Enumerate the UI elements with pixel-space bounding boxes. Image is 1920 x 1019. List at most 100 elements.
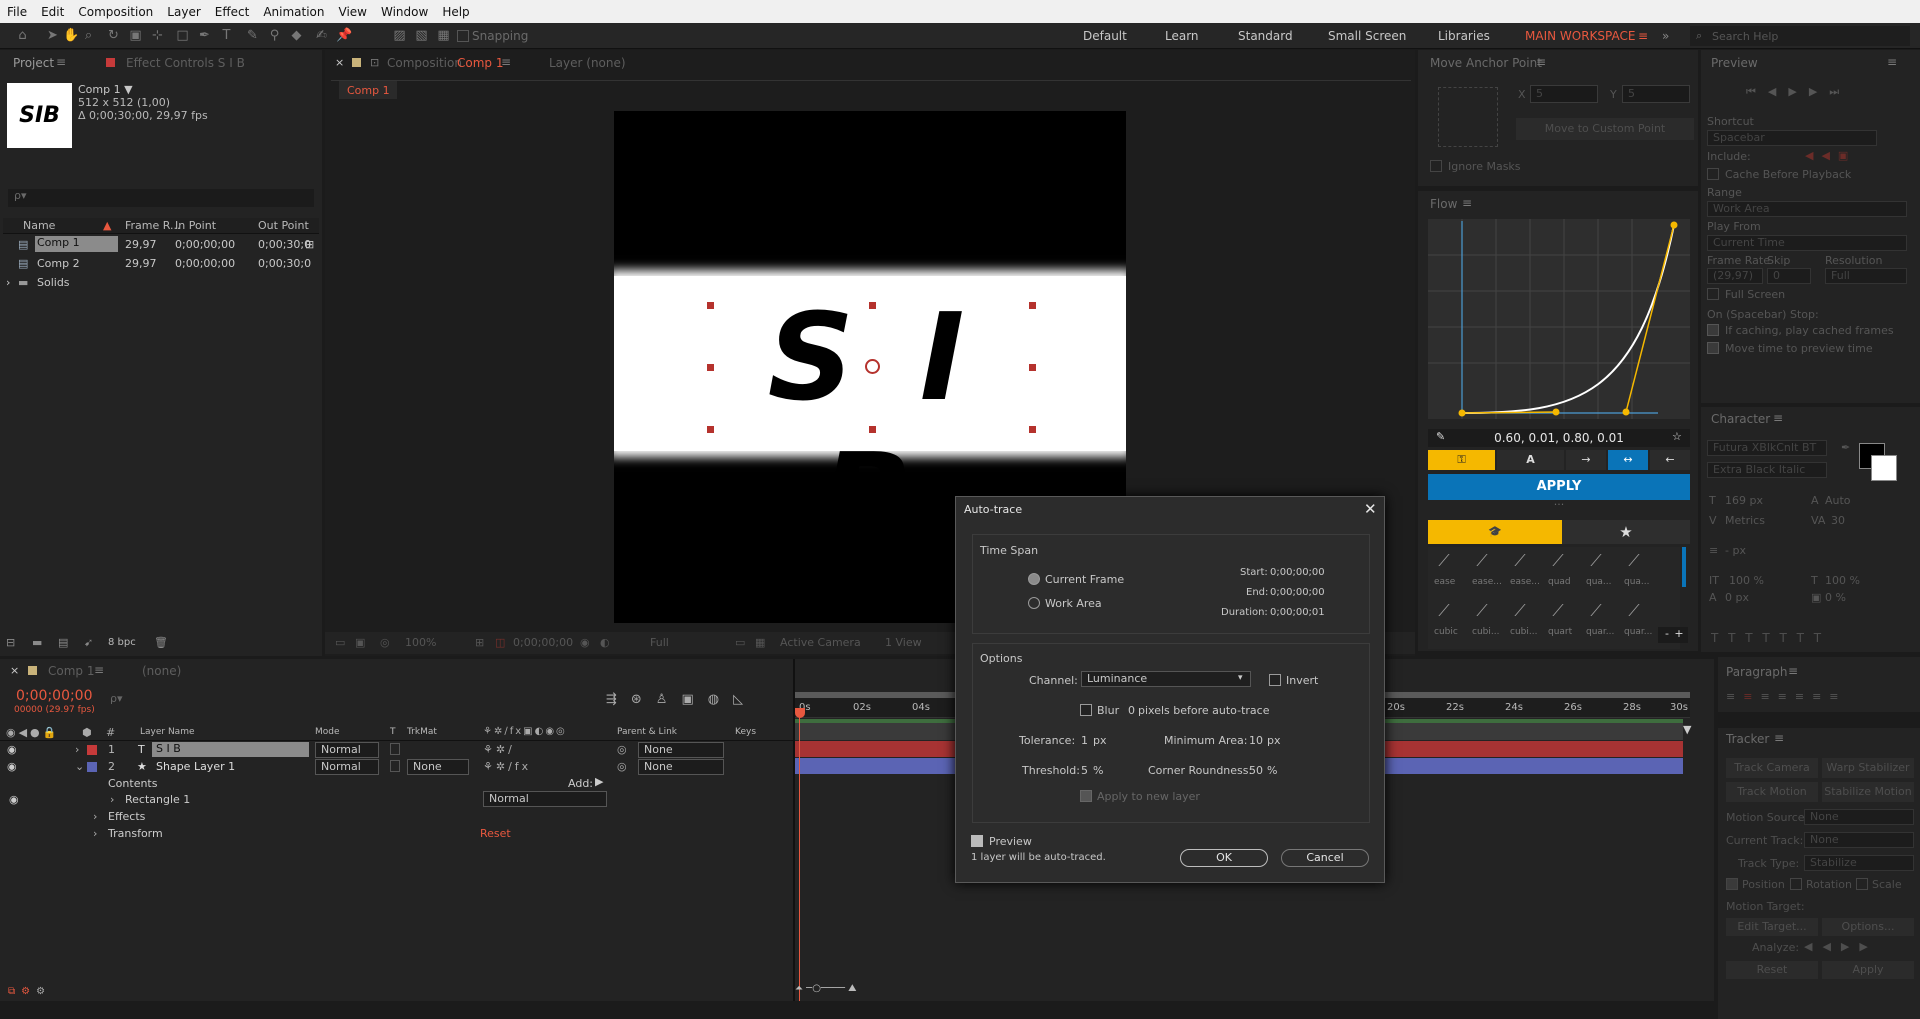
layer-name[interactable]: Shape Layer 1 [156, 760, 235, 773]
preserve-transparency-toggle[interactable] [390, 743, 400, 755]
effects-group[interactable]: Effects [108, 810, 145, 823]
preset-curve-icon[interactable]: ⟋ [1468, 599, 1496, 623]
frame-rate-dropdown[interactable]: (29,97) [1707, 268, 1763, 284]
zoom-tool-icon[interactable]: ⌕ [81, 28, 96, 43]
pickwhip-icon[interactable]: ◎ [617, 743, 627, 756]
workspace-main[interactable]: MAIN WORKSPACE [1525, 29, 1635, 43]
selection-tool-icon[interactable]: ➤ [45, 28, 60, 43]
roto-brush-icon[interactable]: ✍ [314, 28, 329, 43]
tab-timeline-comp[interactable]: Comp 1 [48, 664, 94, 678]
vertical-scale-value[interactable]: 100 % [1729, 574, 1764, 587]
rectangle-group[interactable]: Rectangle 1 [125, 793, 190, 806]
clone-stamp-icon[interactable]: ⚲ [267, 28, 282, 43]
current-frame-radio[interactable] [1028, 573, 1040, 585]
axis-world-icon[interactable]: ▧ [414, 28, 429, 43]
menu-window[interactable]: Window [374, 5, 435, 19]
project-menu-icon[interactable]: ≡ [56, 55, 66, 69]
new-comp-icon[interactable]: ▤ [58, 636, 68, 649]
panel-menu-icon[interactable]: ≡ [1788, 664, 1798, 678]
menu-composition[interactable]: Composition [71, 5, 160, 19]
axis-local-icon[interactable]: ▨ [392, 28, 407, 43]
contents-group[interactable]: Contents [108, 777, 157, 790]
close-tab-icon[interactable]: × [335, 56, 344, 69]
flow-apply-button[interactable]: APPLY [1428, 474, 1690, 500]
expand-arrow-icon[interactable]: › [93, 810, 97, 823]
arrow-right-icon[interactable]: → [1566, 450, 1606, 470]
current-time-display[interactable]: 0;00;00;00 [16, 688, 93, 704]
preset-curve-icon[interactable]: ⟋ [1544, 599, 1572, 623]
add-button-icon[interactable]: ▶ [595, 775, 603, 788]
playhead-line[interactable] [799, 716, 800, 1001]
graduation-cap-icon[interactable]: 🎓 [1428, 520, 1562, 544]
track-type-dropdown[interactable]: Stabilize [1804, 855, 1914, 871]
layer-name[interactable]: S I B [152, 742, 309, 757]
preset-curve-icon[interactable]: ⟋ [1468, 549, 1496, 573]
minimum-area-value[interactable]: 10 [1249, 734, 1263, 747]
timeline-search-input[interactable]: ρ▾ [110, 692, 330, 710]
tab-composition-label[interactable]: Composition [387, 56, 462, 70]
workspace-menu-icon[interactable]: ≡ [1638, 29, 1648, 43]
ok-button[interactable]: OK [1180, 849, 1268, 867]
range-dropdown[interactable]: Work Area [1707, 201, 1907, 217]
layer-label-color[interactable] [87, 762, 97, 772]
bpc-indicator[interactable]: 8 bpc [108, 637, 136, 648]
layer-row[interactable]: ◉ › 1 T S I B Normal ⚘✲∕ ◎ None [0, 742, 795, 758]
preset-curve-icon[interactable]: ⟋ [1582, 549, 1610, 573]
workspace-overflow-icon[interactable]: » [1662, 29, 1669, 43]
current-track-dropdown[interactable]: None [1804, 832, 1914, 848]
parent-dropdown[interactable]: None [638, 742, 724, 758]
resolution-dropdown[interactable]: Full [1825, 268, 1907, 284]
layer-row[interactable]: ◉ ⌄ 2 ★ Shape Layer 1 Normal None ⚘✲∕fx … [0, 759, 795, 775]
edit-target-button[interactable]: Edit Target... [1726, 918, 1818, 936]
view-layout-dropdown[interactable]: 1 View [885, 636, 922, 649]
playback-controls[interactable]: ⏮◀▶▶⏭ [1746, 85, 1851, 99]
panel-menu-icon[interactable]: ≡ [1462, 196, 1472, 210]
parent-dropdown[interactable]: None [638, 759, 724, 775]
shortcut-dropdown[interactable]: Spacebar [1707, 130, 1877, 146]
move-to-custom-point-button[interactable]: Move to Custom Point [1516, 118, 1694, 140]
project-item[interactable]: › ▬ Solids [3, 274, 319, 292]
trkmat-dropdown[interactable]: None [407, 759, 469, 775]
x-field[interactable]: 5 [1530, 85, 1598, 103]
comp-menu-icon[interactable]: ≡ [501, 55, 511, 69]
motion-source-dropdown[interactable]: None [1804, 809, 1914, 825]
resize-handle[interactable]: ··· [1428, 499, 1690, 510]
always-preview-icon[interactable]: ▭ [335, 636, 345, 649]
rectangle-tool-icon[interactable]: □ [175, 28, 190, 43]
col-name[interactable]: Name [23, 219, 55, 232]
preset-add-button[interactable]: + [1670, 627, 1688, 643]
blur-checkbox[interactable] [1080, 704, 1092, 716]
preset-curve-icon[interactable]: ⟋ [1430, 599, 1458, 623]
workspace-default[interactable]: Default [1083, 29, 1127, 43]
layer-label-color[interactable] [87, 745, 97, 755]
axis-view-icon[interactable]: ▦ [436, 28, 451, 43]
expand-arrow-icon[interactable]: › [110, 793, 114, 806]
tab-render-queue[interactable]: (none) [142, 664, 181, 678]
pen-tool-icon[interactable]: ✒ [197, 28, 212, 43]
menu-help[interactable]: Help [435, 5, 476, 19]
tsume-value[interactable]: 0 % [1825, 591, 1846, 604]
expand-arrow-icon[interactable]: › [93, 827, 97, 840]
brush-tool-icon[interactable]: ✎ [245, 28, 260, 43]
leading-value[interactable]: Auto [1825, 494, 1851, 507]
horizontal-scale-value[interactable]: 100 % [1825, 574, 1860, 587]
eye-icon[interactable]: ◉ [7, 760, 17, 773]
play-from-dropdown[interactable]: Current Time [1707, 235, 1907, 251]
scale-checkbox[interactable] [1856, 878, 1868, 890]
tab-composition-name[interactable]: Comp 1 [457, 56, 503, 70]
camera-tool-icon[interactable]: ▣ [128, 28, 143, 43]
alignment-buttons[interactable]: ≡≡≡≡≡≡≡ [1726, 690, 1847, 703]
preset-curve-icon[interactable]: ⟋ [1506, 549, 1534, 573]
move-time-checkbox[interactable] [1707, 342, 1719, 354]
show-channel-icon[interactable]: ◐ [600, 636, 610, 649]
stroke-width-value[interactable]: - px [1725, 544, 1746, 557]
delete-icon[interactable]: 🗑 [154, 636, 168, 649]
search-help-field[interactable]: ⌕ Search Help [1690, 26, 1910, 46]
track-camera-button[interactable]: Track Camera [1726, 758, 1818, 778]
tab-effect-controls[interactable]: Effect Controls S I B [126, 56, 245, 70]
preset-curve-icon[interactable]: ⟋ [1582, 599, 1610, 623]
cache-before-playback-checkbox[interactable] [1707, 168, 1719, 180]
interpret-footage-icon[interactable]: ⊟ [6, 636, 15, 649]
faux-styles-row[interactable]: TTTTTTT [1711, 631, 1831, 645]
col-out-point[interactable]: Out Point [258, 219, 309, 232]
